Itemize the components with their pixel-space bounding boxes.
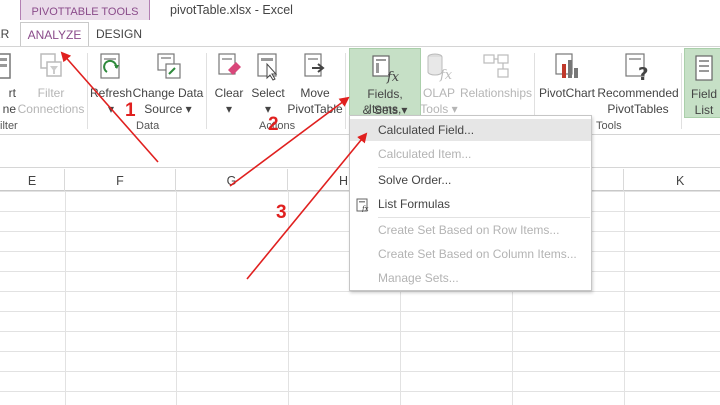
refresh-label: Refresh <box>90 86 133 100</box>
group-separator <box>681 53 682 129</box>
slicer-icon <box>0 52 12 86</box>
filter-connections-icon <box>37 52 65 86</box>
menu-item-create-set-column[interactable]: Create Set Based on Column Items... <box>350 243 591 265</box>
group-separator <box>87 53 88 129</box>
olap-tools-icon: fx <box>425 52 453 86</box>
chevron-down-icon: ▾ <box>185 102 192 116</box>
menu-separator <box>378 167 590 168</box>
svg-text:fx: fx <box>386 70 400 84</box>
ribbon-tab-row: ER ANALYZE DESIGN <box>0 20 720 47</box>
calculations-fx-icon: fx <box>370 54 400 88</box>
filter-connections-label-2: Connections <box>17 102 85 116</box>
clear-icon <box>216 52 242 86</box>
column-header-k[interactable]: K <box>624 169 720 191</box>
change-data-source-label-2: Source <box>144 102 183 116</box>
move-pivottable-icon <box>302 52 328 86</box>
clear-button[interactable]: Clear ▾ <box>210 47 248 119</box>
pivotchart-icon <box>554 52 580 86</box>
annotation-number-3: 3 <box>276 202 287 223</box>
window-title: pivotTable.xlsx - Excel <box>170 3 293 17</box>
tab-analyze[interactable]: ANALYZE <box>20 22 89 47</box>
change-data-source-button[interactable]: Change Data Source ▾ <box>132 47 204 119</box>
annotation-number-1: 1 <box>125 100 136 121</box>
move-pivottable-button[interactable]: Move PivotTable <box>287 47 343 119</box>
menu-item-solve-order[interactable]: Solve Order... <box>350 169 591 191</box>
column-header-f[interactable]: F <box>65 169 176 191</box>
select-icon <box>255 52 281 86</box>
pivotchart-button[interactable]: PivotChart <box>537 47 597 119</box>
menu-item-create-set-row[interactable]: Create Set Based on Row Items... <box>350 219 591 241</box>
clear-label: Clear <box>214 86 244 100</box>
svg-text:fx: fx <box>361 205 369 212</box>
field-list-label-2: List <box>694 103 714 117</box>
recommended-pivottables-label-1: Recommended <box>597 86 679 100</box>
menu-item-list-formulas[interactable]: fx List Formulas <box>350 193 591 215</box>
relationships-button[interactable]: Relationships <box>459 47 533 119</box>
tools-group-label: Tools <box>596 120 622 132</box>
select-label: Select <box>251 86 285 100</box>
relationships-icon <box>482 52 510 86</box>
move-pivottable-label-1: Move <box>300 86 330 100</box>
fields-items-sets-button[interactable]: fx Fields, Items, & Sets ▾ <box>349 48 421 118</box>
filter-group-label: ilter <box>0 120 18 132</box>
olap-tools-label-2: Tools <box>420 102 449 116</box>
field-list-label-1: Field <box>690 87 717 101</box>
grid-line <box>288 191 289 405</box>
field-list-toggle[interactable]: Field List <box>684 48 720 118</box>
recommended-pivottables-button[interactable]: ? Recommended PivotTables <box>597 47 679 119</box>
olap-tools-label-1: OLAP <box>422 86 455 100</box>
clear-dropdown-icon: ▾ <box>225 102 233 116</box>
pivottable-tools-context-header: PIVOTTABLE TOOLS <box>20 0 150 20</box>
pivotchart-label: PivotChart <box>538 86 596 100</box>
group-separator <box>345 53 346 129</box>
recommended-pivottables-icon: ? <box>624 52 652 86</box>
group-separator <box>206 53 207 129</box>
chevron-down-icon: ▾ <box>451 102 458 116</box>
recommended-pivottables-label-2: PivotTables <box>607 102 669 116</box>
insert-slicer-label-1: rt <box>8 86 16 100</box>
insert-slicer-label-2: ne <box>2 102 16 116</box>
move-pivottable-label-2: PivotTable <box>287 102 343 116</box>
filter-connections-label-1: Filter <box>37 86 65 100</box>
select-button[interactable]: Select ▾ <box>248 47 288 119</box>
olap-tools-button[interactable]: fx OLAP Tools ▾ <box>420 47 458 119</box>
tab-design[interactable]: DESIGN <box>91 22 147 47</box>
relationships-label: Relationships <box>459 86 533 100</box>
svg-text:fx: fx <box>439 68 453 82</box>
tab-partial[interactable]: ER <box>0 22 12 47</box>
menu-separator <box>378 217 590 218</box>
menu-item-manage-sets[interactable]: Manage Sets... <box>350 267 591 289</box>
change-data-source-label-2-wrap: Source ▾ <box>132 102 204 117</box>
grid-line <box>65 191 66 405</box>
svg-text:?: ? <box>638 64 648 82</box>
field-list-icon <box>693 54 715 88</box>
list-formulas-icon: fx <box>356 197 370 219</box>
grid-line <box>624 191 625 405</box>
column-header-e[interactable]: E <box>0 169 65 191</box>
menu-item-calculated-item[interactable]: Calculated Item... <box>350 143 591 165</box>
annotation-number-2: 2 <box>268 114 279 135</box>
column-header-g[interactable]: G <box>176 169 288 191</box>
data-group-label: Data <box>136 120 160 132</box>
menu-item-calculated-field[interactable]: Calculated Field... <box>350 119 591 141</box>
list-formulas-label: List Formulas <box>378 197 451 211</box>
change-data-source-icon <box>154 52 182 86</box>
refresh-icon <box>98 52 124 86</box>
insert-slicer-button[interactable]: rt ne <box>0 47 16 119</box>
grid-line <box>176 191 177 405</box>
title-bar: PIVOTTABLE TOOLS pivotTable.xlsx - Excel <box>0 0 720 20</box>
filter-connections-button[interactable]: Filter Connections <box>16 47 86 119</box>
change-data-source-label-1: Change Data <box>132 86 204 100</box>
fields-items-sets-menu: Calculated Field... Calculated Item... S… <box>349 115 592 291</box>
